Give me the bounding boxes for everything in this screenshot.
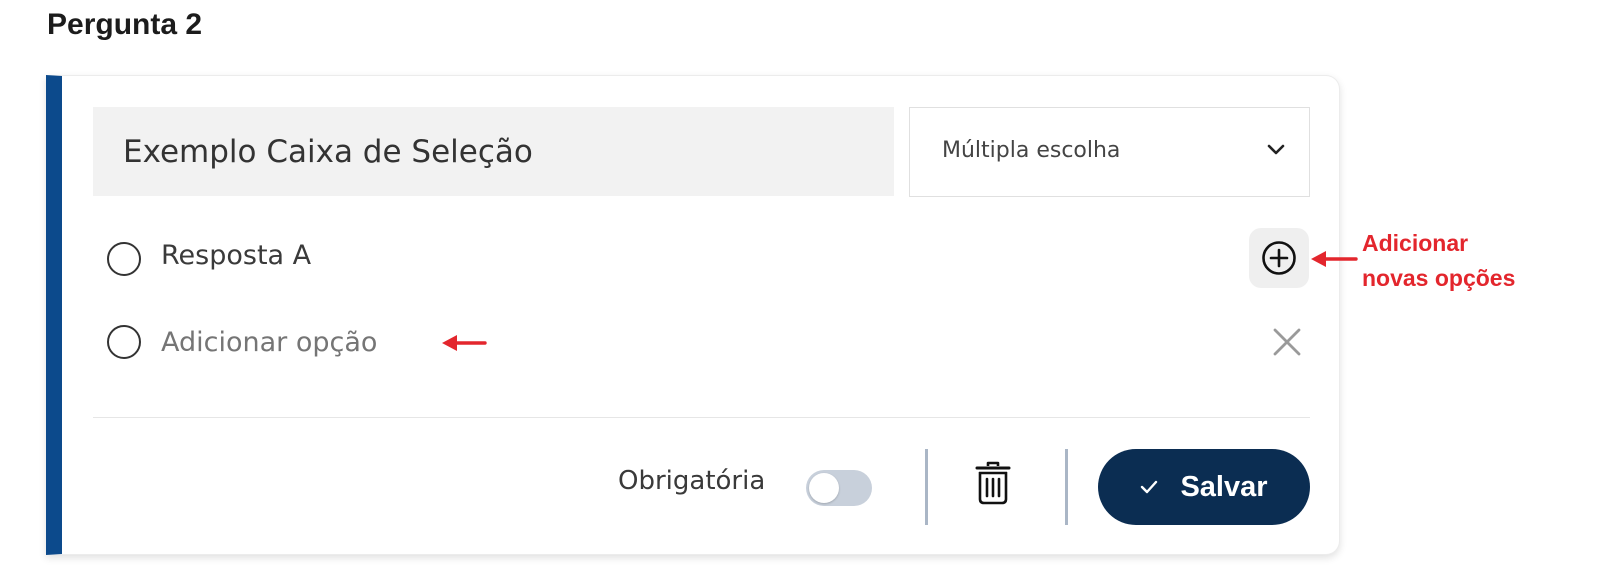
question-card: Múltipla escolha Resposta A Obrigatória … bbox=[46, 75, 1340, 555]
chevron-down-icon bbox=[1267, 144, 1285, 155]
question-heading: Pergunta 2 bbox=[47, 8, 203, 41]
question-title-input[interactable] bbox=[93, 107, 894, 196]
question-type-label: Múltipla escolha bbox=[942, 138, 1121, 163]
required-toggle[interactable] bbox=[806, 470, 872, 506]
close-icon[interactable] bbox=[1272, 327, 1302, 357]
toggle-knob bbox=[809, 473, 839, 503]
separator bbox=[925, 449, 928, 525]
arrow-left-icon bbox=[1311, 251, 1358, 267]
trash-icon[interactable] bbox=[975, 460, 1011, 506]
annotation-text: Adicionar novas opções bbox=[1362, 226, 1515, 296]
divider bbox=[93, 417, 1310, 418]
question-type-select[interactable]: Múltipla escolha bbox=[909, 107, 1310, 197]
arrow-left-icon bbox=[442, 335, 487, 351]
separator bbox=[1065, 449, 1068, 525]
annotation-line: novas opções bbox=[1362, 265, 1516, 291]
annotation-line: Adicionar bbox=[1362, 230, 1469, 256]
required-label: Obrigatória bbox=[618, 466, 766, 496]
option-radio[interactable] bbox=[107, 242, 141, 276]
option-label: Resposta A bbox=[161, 240, 312, 271]
plus-circle-icon bbox=[1262, 241, 1296, 275]
check-icon bbox=[1141, 480, 1158, 494]
new-option-radio bbox=[107, 325, 141, 359]
add-option-input[interactable] bbox=[161, 322, 481, 362]
add-option-button[interactable] bbox=[1249, 228, 1309, 288]
save-button[interactable]: Salvar bbox=[1098, 449, 1310, 525]
save-button-label: Salvar bbox=[1180, 470, 1268, 503]
